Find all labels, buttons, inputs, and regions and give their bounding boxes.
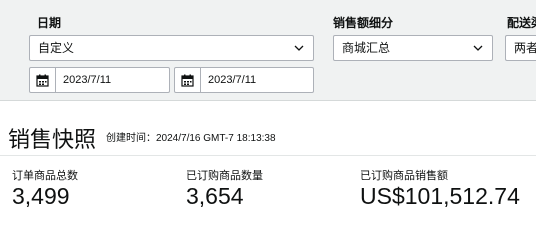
metric-label-total-order-items: 订单商品总数 [12, 170, 78, 182]
fulfillment-value: 两者 [514, 41, 536, 55]
fulfillment-label: 配送渠 [507, 16, 536, 30]
metric-value-ordered-product-sales: US$101,512.74 [360, 183, 520, 209]
end-date-value: 2023/7/11 [208, 74, 257, 86]
divider [0, 155, 536, 156]
metric-label-units-ordered: 已订购商品数量 [186, 170, 263, 182]
metric-value-units-ordered: 3,654 [186, 183, 244, 209]
filter-panel: 日期 自定义 2023/7/11 2023/7/11 销售额细分 商城汇总 配送… [0, 0, 536, 101]
date-range-value: 自定义 [38, 41, 75, 55]
start-date-value: 2023/7/11 [63, 74, 112, 86]
created-timestamp: 创建时间：2024/7/16 GMT-7 18:13:38 [106, 133, 276, 144]
metric-value-total-order-items: 3,499 [12, 183, 70, 209]
chevron-down-icon [293, 36, 305, 60]
calendar-icon[interactable] [30, 68, 56, 92]
start-date-input[interactable]: 2023/7/11 [29, 67, 170, 93]
sales-breakdown-select[interactable]: 商城汇总 [333, 35, 493, 61]
page-title: 销售快照 [8, 127, 97, 152]
chevron-down-icon [472, 36, 484, 60]
date-filter-label: 日期 [37, 16, 62, 30]
end-date-input[interactable]: 2023/7/11 [174, 67, 314, 93]
sales-breakdown-value: 商城汇总 [342, 41, 391, 55]
calendar-icon[interactable] [175, 68, 201, 92]
sales-breakdown-label: 销售额细分 [333, 16, 394, 30]
metric-label-ordered-product-sales: 已订购商品销售额 [360, 170, 448, 182]
date-range-select[interactable]: 自定义 [29, 35, 314, 61]
fulfillment-select[interactable]: 两者 [505, 35, 536, 61]
